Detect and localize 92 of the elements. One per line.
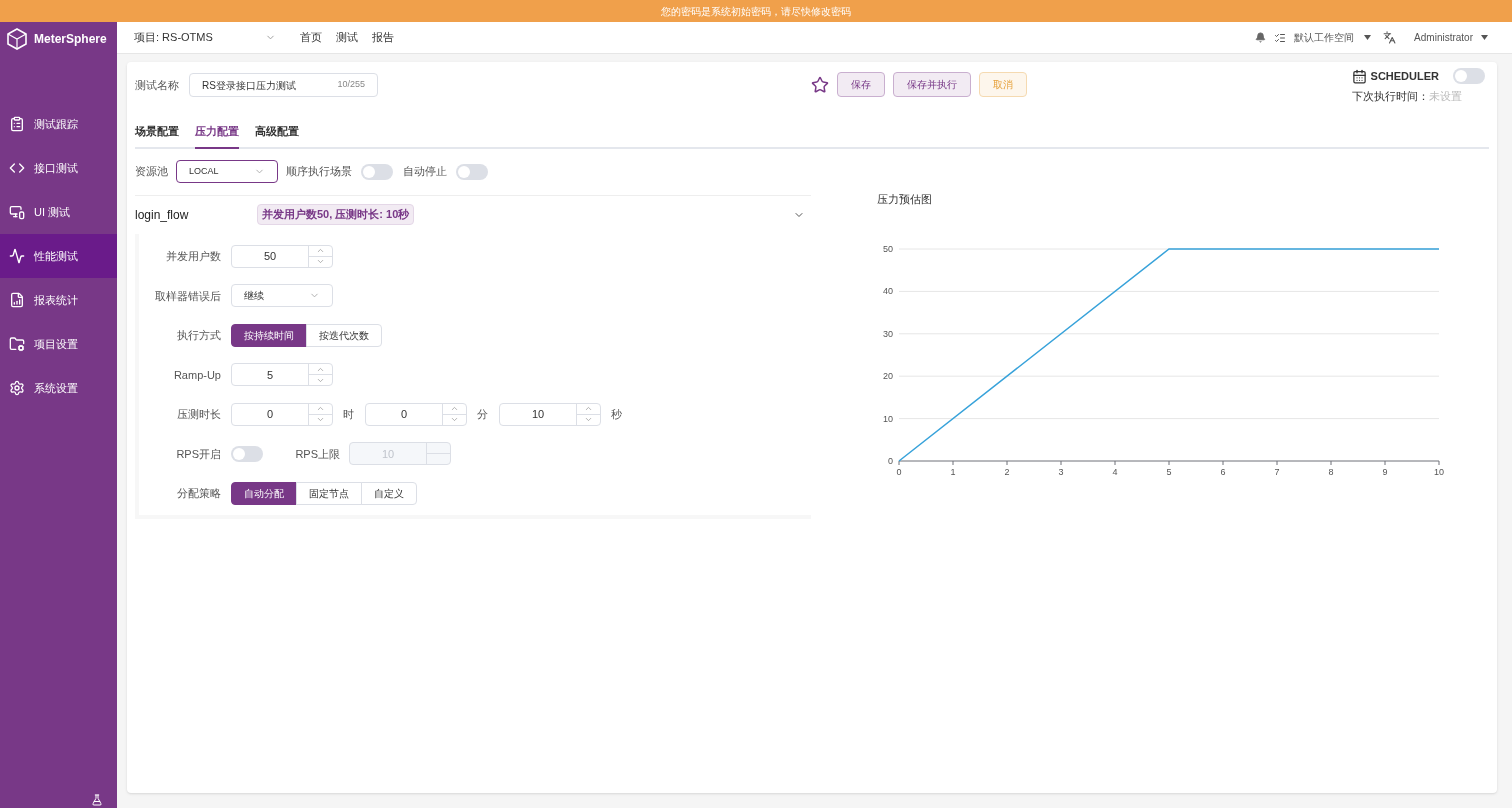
x-tick-label: 5 [1166, 467, 1172, 477]
unit-label: 时 [342, 407, 355, 422]
toggle-switch[interactable] [361, 163, 393, 180]
nav-link[interactable]: 首页 [300, 29, 322, 46]
number-input[interactable]: 0 [365, 402, 467, 426]
x-tick-label: 3 [1058, 467, 1064, 477]
field-label: 取样器错误后 [154, 288, 222, 304]
select-field[interactable]: 继续 [231, 284, 333, 308]
workspace-select[interactable]: 默认工作空间 [1294, 30, 1372, 45]
field-label: 压测时长 [176, 407, 222, 422]
segment-option[interactable]: 按迭代次数 [306, 323, 382, 347]
menu-icon [9, 336, 25, 352]
field-label: 执行方式 [176, 328, 222, 343]
next-run-value: 未设置 [1428, 88, 1462, 104]
menu-icon [9, 204, 25, 220]
sidebar-item[interactable]: UI 测试 [0, 190, 117, 234]
language-icon[interactable] [1383, 31, 1397, 44]
test-name-input[interactable]: RS登录接口压力测试 10/255 [189, 73, 378, 97]
number-input[interactable]: 10 [499, 402, 601, 426]
segment-option[interactable]: 按持续时间 [231, 323, 307, 347]
x-tick-label: 2 [1004, 467, 1010, 477]
nav-link[interactable]: 测试 [336, 29, 358, 46]
y-tick-label: 40 [883, 286, 893, 297]
segment-option[interactable]: 固定节点 [296, 481, 362, 505]
action-button[interactable]: 保存并执行 [893, 72, 971, 97]
star-icon[interactable] [811, 75, 829, 94]
x-tick-label: 7 [1274, 467, 1280, 477]
field-label: 测试名称 [135, 77, 180, 93]
chart-title: 压力预估图 [877, 191, 933, 207]
x-tick-label: 1 [950, 467, 956, 477]
sidebar-item[interactable]: 系统设置 [0, 366, 117, 410]
menu-icon [9, 248, 25, 264]
caret-icon [1481, 35, 1488, 40]
toggle-switch[interactable] [456, 163, 488, 180]
sidebar-item[interactable]: 测试跟踪 [0, 102, 117, 146]
sidebar-item[interactable]: 项目设置 [0, 322, 117, 366]
y-tick-label: 30 [883, 328, 893, 339]
y-tick-label: 0 [888, 456, 893, 466]
bell-icon[interactable] [1255, 32, 1267, 43]
menu-icon [9, 160, 25, 176]
sidebar-item[interactable]: 性能测试 [0, 234, 117, 278]
sidebar-item[interactable]: 接口测试 [0, 146, 117, 190]
sidebar-item[interactable]: 报表统计 [0, 278, 117, 322]
tab[interactable]: 压力配置 [195, 123, 239, 149]
toggle-switch[interactable] [231, 445, 263, 462]
field-label: 并发用户数 [165, 249, 222, 264]
x-tick-label: 6 [1220, 467, 1226, 477]
menu-icon [9, 116, 25, 132]
rps-limit-label: RPS上限 [294, 446, 341, 462]
menu-icon [9, 292, 25, 308]
x-tick-label: 0 [896, 467, 902, 477]
user-menu[interactable]: Administrator [1414, 30, 1488, 45]
checklist-icon[interactable] [1274, 31, 1287, 44]
calendar-icon [1351, 68, 1367, 84]
toggle-label: 自动停止 [403, 164, 447, 180]
number-input[interactable]: 50 [231, 244, 333, 268]
y-tick-label: 10 [883, 413, 893, 424]
caret-icon [1364, 35, 1372, 40]
project-select[interactable]: 项目: RS-OTMS [134, 29, 276, 46]
resource-pool-select[interactable]: LOCAL [176, 160, 278, 183]
toggle-label: 顺序执行场景 [286, 164, 352, 180]
number-input[interactable]: 5 [231, 363, 333, 387]
field-label: 资源池 [135, 164, 168, 180]
scenario-name: login_flow [135, 206, 190, 224]
unit-label: 秒 [610, 407, 623, 422]
cube-logo-icon [6, 28, 28, 50]
segment-option[interactable]: 自定义 [361, 481, 417, 505]
y-tick-label: 50 [883, 244, 893, 254]
field-label: RPS开启 [175, 446, 222, 462]
x-tick-label: 9 [1382, 467, 1388, 477]
field-label: 分配策略 [176, 486, 222, 501]
y-tick-label: 20 [883, 371, 893, 382]
nav-link[interactable]: 报告 [372, 29, 394, 46]
segment-option[interactable]: 自动分配 [231, 481, 297, 505]
tab[interactable]: 场景配置 [135, 123, 179, 149]
character-counter: 10/255 [337, 78, 365, 92]
unit-label: 分 [476, 407, 489, 422]
x-tick-label: 10 [1434, 467, 1444, 477]
next-run-label: 下次执行时间： [1351, 88, 1429, 104]
toggle-switch[interactable] [1453, 68, 1485, 85]
scheduler-label: SCHEDULER [1370, 69, 1439, 84]
summary-tag: 并发用户数50, 压测时长: 10秒 [257, 204, 415, 225]
menu-icon [9, 380, 25, 396]
warning-banner: 您的密码是系统初始密码，请尽快修改密码 [0, 0, 1512, 22]
app-logo-text: MeterSphere [34, 31, 107, 48]
action-button[interactable]: 保存 [837, 72, 885, 97]
flask-icon[interactable] [91, 794, 103, 806]
tab[interactable]: 高级配置 [255, 123, 299, 149]
field-label: Ramp-Up [172, 367, 222, 383]
x-tick-label: 4 [1112, 467, 1118, 477]
number-input[interactable]: 0 [231, 402, 333, 426]
x-tick-label: 8 [1328, 467, 1334, 477]
